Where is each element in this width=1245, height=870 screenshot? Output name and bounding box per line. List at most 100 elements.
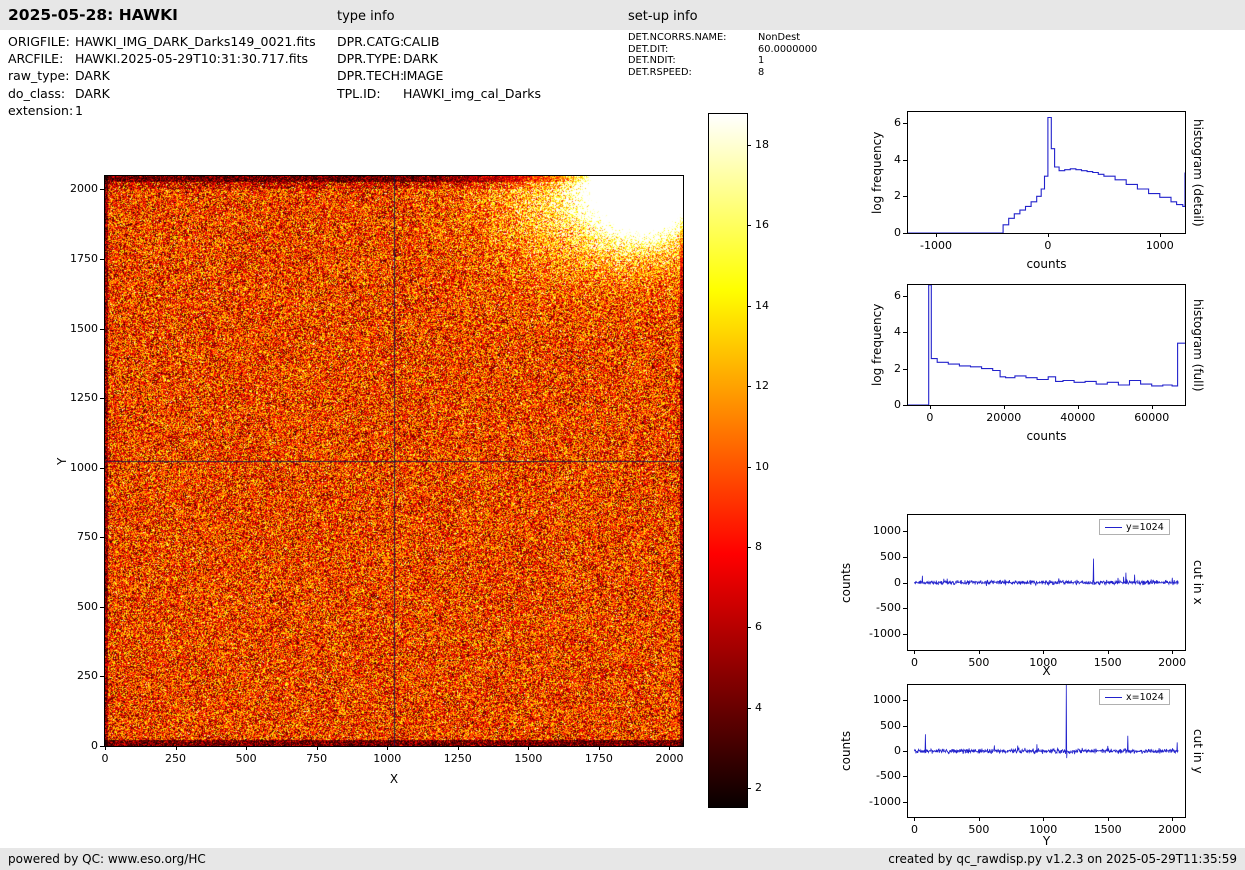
x-tick-label: 250: [165, 752, 187, 765]
x-tick-label: 1000: [1145, 239, 1174, 252]
x-tick-mark: [935, 234, 937, 237]
type-info-block: DPR.CATG:CALIB DPR.TYPE: DARK DPR.TECH:IMAG…: [337, 33, 541, 102]
x-tick-mark: [387, 747, 389, 750]
x-tick-mark: [978, 651, 980, 654]
info-label: ORIGFILE:: [8, 34, 70, 49]
x-tick-mark: [978, 818, 980, 821]
cut-x-line: [914, 558, 1179, 587]
y-tick-mark: [903, 634, 907, 636]
info-row: ORIGFILE: HAWKI_IMG_DARK_Darks149_0021.fi…: [8, 33, 316, 50]
colorbar: [708, 113, 748, 808]
y-tick-label: 0: [91, 739, 98, 752]
x-tick-label: 0: [910, 823, 918, 836]
y-tick-label: 1250: [70, 391, 98, 405]
x-tick-mark: [175, 747, 177, 750]
info-value: HAWKI.2025-05-29T10:31:30.717.fits: [75, 51, 308, 67]
info-value: 8: [758, 66, 765, 78]
colorbar-tick-mark: [748, 627, 751, 629]
info-label: DET.NDIT:: [628, 55, 676, 67]
y-tick-mark: [903, 608, 907, 610]
info-value: DARK: [75, 68, 110, 84]
dark-frame-image: [105, 176, 683, 746]
hist-full-plot: [908, 285, 1185, 405]
x-tick-label: 1000: [373, 752, 402, 765]
x-tick-mark: [929, 406, 931, 409]
colorbar-tick-label: 10: [755, 459, 769, 473]
page-title: 2025-05-28: HAWKI: [8, 6, 178, 24]
x-tick-label: 2000: [1158, 823, 1187, 836]
y-tick-mark: [903, 123, 907, 124]
x-tick-label: -1000: [919, 239, 952, 252]
y-tick-mark: [903, 196, 907, 198]
x-tick-mark: [246, 747, 248, 750]
x-tick-label: 20000: [986, 411, 1022, 424]
info-row: DPR.TYPE: DARK: [337, 50, 541, 67]
colorbar-tick-label: 8: [755, 539, 762, 553]
info-label: DPR.CATG:: [337, 34, 405, 49]
info-value: DARK: [75, 85, 110, 101]
y-tick-label: 500: [77, 599, 98, 613]
colorbar-tick-mark: [748, 145, 751, 147]
x-tick-mark: [669, 747, 671, 750]
y-tick-label: 1500: [70, 321, 98, 335]
x-tick-label: 0: [101, 752, 109, 765]
x-tick-label: 2000: [655, 752, 684, 765]
y-tick-label: -1000: [869, 794, 901, 808]
x-tick-label: 1500: [1093, 656, 1122, 669]
info-row: do_class: DARK: [8, 85, 316, 102]
x-tick-mark: [105, 747, 106, 750]
y-tick-mark: [100, 328, 104, 330]
y-tick-mark: [100, 746, 104, 747]
y-tick-mark: [903, 295, 907, 297]
y-tick-mark: [903, 556, 907, 558]
info-row: extension: 1: [8, 102, 316, 119]
info-row: DPR.TECH:IMAGE: [337, 67, 541, 84]
x-tick-label: 500: [968, 656, 990, 669]
info-value: 60.0000000: [758, 43, 818, 55]
info-value: 1: [75, 102, 83, 118]
cut-y-line: [914, 685, 1179, 759]
y-tick-label: 6: [894, 288, 901, 302]
x-tick-label: 1000: [1029, 823, 1058, 836]
y-tick-label: 4: [894, 325, 901, 339]
info-label: DPR.TECH:: [337, 68, 405, 84]
x-tick-mark: [1159, 234, 1161, 237]
y-tick-label: 0: [894, 744, 901, 757]
x-tick-label: 1500: [1093, 823, 1122, 836]
cut-y-right-label: cut in y: [1191, 728, 1205, 774]
y-tick-label: 500: [880, 549, 901, 563]
y-tick-mark: [903, 233, 907, 234]
info-value: 1: [758, 55, 765, 67]
info-row: TPL.ID: HAWKI_img_cal_Darks: [337, 85, 541, 102]
info-value: HAWKI_IMG_DARK_Darks149_0021.fits: [75, 34, 316, 49]
info-row: DET.RSPEED: 8: [628, 67, 817, 79]
info-label: do_class:: [8, 85, 66, 101]
y-tick-mark: [100, 258, 104, 260]
y-tick-mark: [903, 725, 907, 727]
info-label: DET.RSPEED:: [628, 66, 692, 78]
y-tick-label: 0: [894, 398, 901, 411]
x-tick-mark: [598, 747, 600, 750]
y-tick-mark: [100, 398, 104, 400]
y-tick-mark: [903, 776, 907, 778]
cut-x-yaxis-label: counts: [839, 562, 853, 603]
x-tick-label: 1750: [584, 752, 613, 765]
x-tick-mark: [1077, 406, 1079, 409]
colorbar-tick-label: 16: [755, 218, 769, 232]
colorbar-tick-label: 6: [755, 620, 762, 634]
y-tick-label: 1000: [70, 460, 98, 474]
y-tick-mark: [903, 751, 907, 752]
cut-x-plot: [914, 558, 1179, 587]
y-tick-label: 1750: [70, 251, 98, 265]
y-tick-label: 750: [77, 530, 98, 544]
hist-full-line: [908, 285, 1185, 405]
footer-credit-left: powered by QC: www.eso.org/HC: [8, 852, 206, 866]
info-value: NonDest: [758, 32, 801, 43]
x-tick-label: 1250: [443, 752, 472, 765]
x-tick-mark: [1003, 406, 1005, 409]
y-tick-label: 2: [894, 361, 901, 375]
file-info-block: ORIGFILE: HAWKI_IMG_DARK_Darks149_0021.fi…: [8, 33, 316, 119]
colorbar-tick-label: 18: [755, 138, 769, 152]
y-tick-label: 250: [77, 669, 98, 683]
hist-detail-plot: [908, 116, 1185, 233]
